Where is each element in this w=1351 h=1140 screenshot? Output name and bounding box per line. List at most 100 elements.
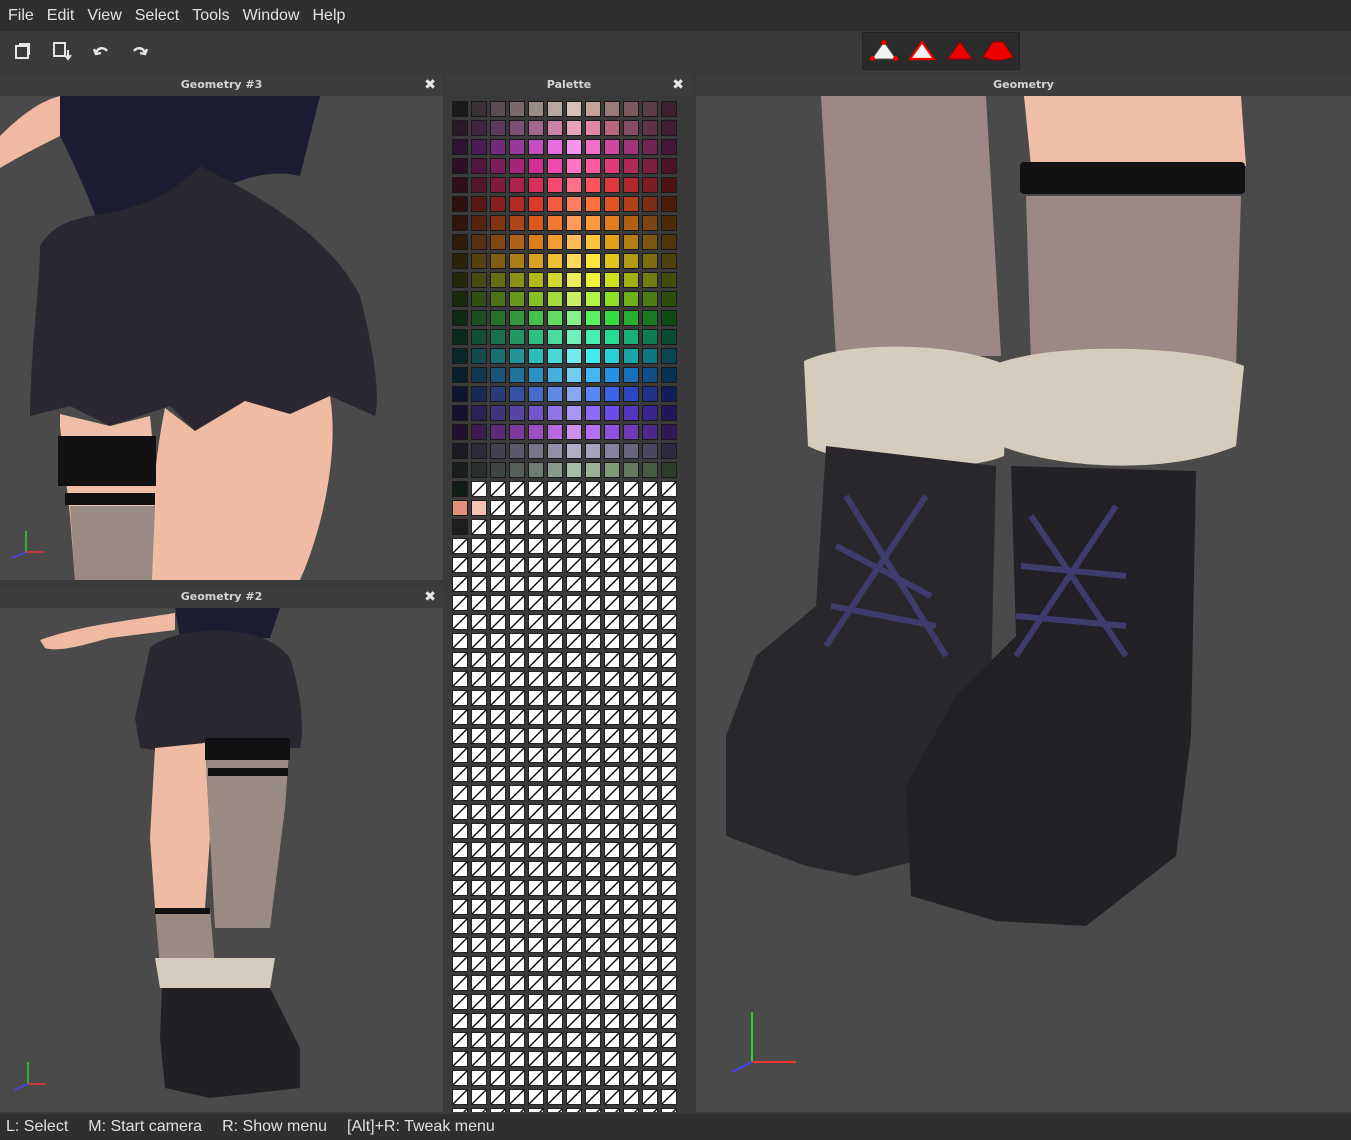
empty-swatch[interactable] [509,823,525,839]
empty-swatch[interactable] [604,538,620,554]
empty-swatch[interactable] [547,785,563,801]
color-swatch[interactable] [547,215,563,231]
empty-swatch[interactable] [661,633,677,649]
empty-swatch[interactable] [585,652,601,668]
empty-swatch[interactable] [661,690,677,706]
empty-swatch[interactable] [490,861,506,877]
empty-swatch[interactable] [547,842,563,858]
color-swatch[interactable] [623,310,639,326]
color-swatch[interactable] [661,215,677,231]
empty-swatch[interactable] [661,519,677,535]
color-swatch[interactable] [547,367,563,383]
color-swatch[interactable] [623,291,639,307]
empty-swatch[interactable] [566,1032,582,1048]
empty-swatch[interactable] [604,557,620,573]
empty-swatch[interactable] [585,519,601,535]
empty-swatch[interactable] [566,690,582,706]
color-swatch[interactable] [528,348,544,364]
empty-swatch[interactable] [528,1013,544,1029]
color-swatch[interactable] [452,329,468,345]
empty-swatch[interactable] [528,861,544,877]
menu-view[interactable]: View [81,0,127,31]
color-swatch[interactable] [509,405,525,421]
empty-swatch[interactable] [490,557,506,573]
empty-swatch[interactable] [661,937,677,953]
color-swatch[interactable] [604,139,620,155]
color-swatch[interactable] [528,272,544,288]
empty-swatch[interactable] [604,899,620,915]
color-swatch[interactable] [528,405,544,421]
empty-swatch[interactable] [528,785,544,801]
empty-swatch[interactable] [490,1070,506,1086]
empty-swatch[interactable] [623,1089,639,1105]
color-swatch[interactable] [452,519,468,535]
empty-swatch[interactable] [490,956,506,972]
color-swatch[interactable] [642,424,658,440]
empty-swatch[interactable] [471,576,487,592]
empty-swatch[interactable] [528,1108,544,1112]
color-swatch[interactable] [509,196,525,212]
color-swatch[interactable] [642,120,658,136]
empty-swatch[interactable] [452,956,468,972]
empty-swatch[interactable] [566,1070,582,1086]
color-swatch[interactable] [566,177,582,193]
color-swatch[interactable] [509,386,525,402]
empty-swatch[interactable] [661,500,677,516]
empty-swatch[interactable] [547,1032,563,1048]
edge-select-button[interactable] [904,35,940,67]
empty-swatch[interactable] [585,500,601,516]
color-swatch[interactable] [471,215,487,231]
empty-swatch[interactable] [642,614,658,630]
color-swatch[interactable] [604,443,620,459]
color-swatch[interactable] [509,367,525,383]
empty-swatch[interactable] [490,880,506,896]
color-swatch[interactable] [528,234,544,250]
empty-swatch[interactable] [623,500,639,516]
empty-swatch[interactable] [490,690,506,706]
color-swatch[interactable] [623,367,639,383]
color-swatch[interactable] [642,234,658,250]
color-swatch[interactable] [585,424,601,440]
empty-swatch[interactable] [528,937,544,953]
empty-swatch[interactable] [642,899,658,915]
empty-swatch[interactable] [623,538,639,554]
empty-swatch[interactable] [528,1089,544,1105]
empty-swatch[interactable] [509,918,525,934]
empty-swatch[interactable] [452,1089,468,1105]
empty-swatch[interactable] [471,652,487,668]
empty-swatch[interactable] [471,1051,487,1067]
color-swatch[interactable] [623,462,639,478]
empty-swatch[interactable] [642,804,658,820]
color-swatch[interactable] [642,329,658,345]
color-swatch[interactable] [509,348,525,364]
empty-swatch[interactable] [528,709,544,725]
color-swatch[interactable] [452,348,468,364]
empty-swatch[interactable] [623,937,639,953]
color-swatch[interactable] [585,386,601,402]
empty-swatch[interactable] [509,842,525,858]
empty-swatch[interactable] [585,823,601,839]
color-swatch[interactable] [452,215,468,231]
color-swatch[interactable] [490,158,506,174]
color-swatch[interactable] [566,196,582,212]
color-swatch[interactable] [509,177,525,193]
empty-swatch[interactable] [585,785,601,801]
color-swatch[interactable] [452,443,468,459]
empty-swatch[interactable] [452,1032,468,1048]
empty-swatch[interactable] [661,1108,677,1112]
empty-swatch[interactable] [566,994,582,1010]
color-swatch[interactable] [604,462,620,478]
color-swatch[interactable] [452,424,468,440]
empty-swatch[interactable] [604,918,620,934]
empty-swatch[interactable] [623,614,639,630]
color-swatch[interactable] [642,348,658,364]
color-swatch[interactable] [452,405,468,421]
empty-swatch[interactable] [661,899,677,915]
color-swatch[interactable] [452,310,468,326]
empty-swatch[interactable] [471,766,487,782]
empty-swatch[interactable] [547,481,563,497]
color-swatch[interactable] [642,405,658,421]
color-swatch[interactable] [604,101,620,117]
color-swatch[interactable] [604,310,620,326]
empty-swatch[interactable] [642,709,658,725]
